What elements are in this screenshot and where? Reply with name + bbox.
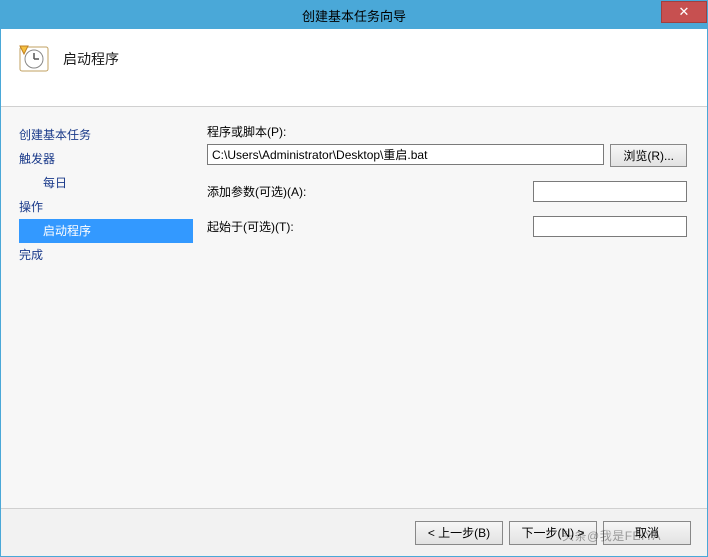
args-input[interactable]: [533, 181, 687, 202]
step-action[interactable]: 操作: [19, 195, 207, 219]
step-create-task[interactable]: 创建基本任务: [19, 123, 207, 147]
close-icon: ✕: [679, 4, 690, 20]
page-title: 启动程序: [63, 49, 119, 69]
body-area: 创建基本任务 触发器 每日 操作 启动程序 完成 程序或脚本(P): 浏览(R)…: [1, 107, 707, 508]
browse-button[interactable]: 浏览(R)...: [610, 144, 687, 167]
script-input[interactable]: [207, 144, 604, 165]
wizard-clock-icon: [19, 43, 51, 75]
step-action-start-program[interactable]: 启动程序: [19, 219, 193, 243]
cancel-button[interactable]: 取消: [603, 521, 691, 545]
back-button[interactable]: < 上一步(B): [415, 521, 503, 545]
wizard-window: 创建基本任务向导 ✕ 启动程序 创建基本任务 触发器 每日 操作 启动程序 完成: [0, 0, 708, 557]
next-button[interactable]: 下一步(N) >: [509, 521, 597, 545]
startin-row: 起始于(可选)(T):: [207, 216, 687, 237]
args-row: 添加参数(可选)(A):: [207, 181, 687, 202]
wizard-sidebar: 创建基本任务 触发器 每日 操作 启动程序 完成: [1, 107, 207, 508]
startin-input[interactable]: [533, 216, 687, 237]
script-row: 程序或脚本(P): 浏览(R)...: [207, 123, 687, 167]
step-trigger[interactable]: 触发器: [19, 147, 207, 171]
footer: < 上一步(B) 下一步(N) > 取消 头条@我是FEIYA: [1, 508, 707, 556]
window-title: 创建基本任务向导: [302, 6, 406, 25]
args-label: 添加参数(可选)(A):: [207, 183, 467, 200]
step-trigger-daily[interactable]: 每日: [19, 171, 207, 195]
script-label: 程序或脚本(P):: [207, 123, 286, 140]
startin-label: 起始于(可选)(T):: [207, 218, 467, 235]
step-finish[interactable]: 完成: [19, 243, 207, 267]
titlebar: 创建基本任务向导 ✕: [1, 1, 707, 29]
form-content: 程序或脚本(P): 浏览(R)... 添加参数(可选)(A): 起始于(可选)(…: [207, 107, 707, 508]
close-button[interactable]: ✕: [661, 1, 707, 23]
header-area: 启动程序: [1, 29, 707, 107]
